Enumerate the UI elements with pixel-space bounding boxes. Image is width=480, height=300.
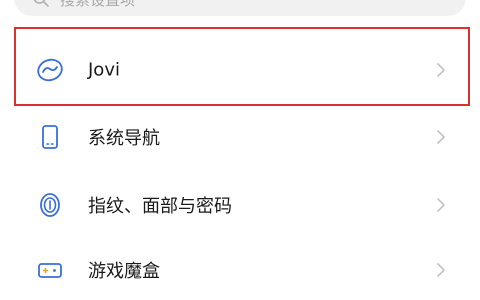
search-placeholder: 搜索设置项 xyxy=(60,0,136,9)
settings-item-label: Jovi xyxy=(88,59,120,81)
settings-item-label: 系统导航 xyxy=(88,128,160,149)
jovi-icon xyxy=(36,56,64,84)
fingerprint-icon xyxy=(36,191,64,219)
settings-item-label: 指纹、面部与密码 xyxy=(88,196,232,217)
settings-item-system-navigation[interactable]: 系统导航 xyxy=(14,107,470,167)
settings-item-label: 游戏魔盒 xyxy=(88,261,160,282)
chevron-right-icon xyxy=(436,62,446,78)
chevron-right-icon xyxy=(436,262,446,278)
chevron-right-icon xyxy=(436,197,446,213)
chevron-right-icon xyxy=(436,129,446,145)
search-bar[interactable]: 搜索设置项 xyxy=(14,0,466,16)
settings-item-game-box[interactable]: 游戏魔盒 xyxy=(14,240,470,300)
phone-navigation-icon xyxy=(36,123,64,151)
settings-item-fingerprint-face-password[interactable]: 指纹、面部与密码 xyxy=(14,175,470,235)
search-icon xyxy=(32,0,50,8)
settings-item-jovi[interactable]: Jovi xyxy=(14,40,470,100)
game-box-icon xyxy=(36,256,64,284)
